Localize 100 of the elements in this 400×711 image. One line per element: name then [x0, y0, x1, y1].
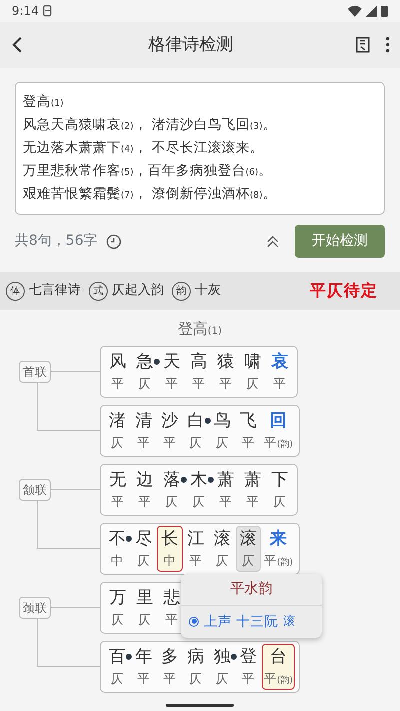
battery-icon	[381, 5, 388, 17]
couplet-label: 首联	[19, 360, 51, 382]
character[interactable]: 不	[109, 526, 126, 552]
character[interactable]: 病	[188, 644, 205, 670]
page-title: 格律诗检测	[148, 34, 234, 56]
tone-label: 平	[220, 374, 232, 392]
character[interactable]: 落	[164, 468, 180, 492]
character[interactable]: 沙	[161, 408, 178, 434]
circled-label: 体	[6, 282, 25, 300]
character[interactable]: 哀	[272, 350, 288, 374]
tone-label: 仄	[111, 670, 124, 688]
tone-label: 仄	[112, 610, 124, 628]
tone-label: 仄	[138, 610, 152, 628]
character[interactable]: 飞	[240, 408, 258, 434]
tone-label: 仄	[138, 374, 152, 392]
character[interactable]: 来	[270, 526, 288, 552]
popup-title: 平水韵	[181, 574, 322, 606]
tone-label: 仄	[216, 670, 229, 688]
tone-label: 平	[246, 492, 260, 510]
tone-label: 平	[220, 492, 232, 510]
wifi-icon	[348, 5, 362, 17]
character: 长	[161, 528, 178, 550]
character[interactable]: 下	[272, 468, 288, 492]
character[interactable]: 独	[214, 644, 231, 670]
character[interactable]: 猿	[218, 350, 234, 374]
character[interactable]: 登	[240, 644, 258, 670]
circled-label: 韵	[172, 282, 191, 300]
character[interactable]: 万	[110, 586, 126, 610]
character[interactable]: 急	[136, 350, 154, 374]
character[interactable]: 百	[109, 644, 126, 670]
tone-label: 平	[137, 434, 150, 452]
tone-label: 仄	[166, 492, 178, 510]
tone-label: 平	[163, 434, 176, 452]
collapse-icon[interactable]	[267, 236, 279, 248]
verdict-text: 平仄待定	[310, 280, 378, 302]
character: 台	[270, 646, 288, 668]
tone-label: 平	[274, 374, 286, 392]
tone-label: 平	[192, 374, 206, 392]
tone-label: 仄	[274, 492, 286, 510]
character[interactable]: 鸟	[214, 408, 231, 434]
rhyme-option[interactable]: 上声 十三阮 滚	[181, 606, 304, 638]
radio-icon[interactable]	[189, 616, 199, 627]
tone-label: 平	[112, 374, 124, 392]
character[interactable]: 风	[110, 350, 126, 374]
character[interactable]: 多	[161, 644, 178, 670]
tone-label: 仄	[192, 492, 206, 510]
tone-label: 平	[242, 434, 256, 452]
tone-label: 平	[166, 610, 178, 628]
character[interactable]: 渚	[109, 408, 126, 434]
history-icon[interactable]	[106, 234, 122, 250]
character[interactable]: 悲	[164, 586, 180, 610]
tone-label: 仄	[246, 374, 260, 392]
character[interactable]: 高	[190, 350, 208, 374]
signal-icon	[366, 6, 377, 16]
tone-label: 仄	[111, 434, 124, 452]
character[interactable]: 清	[135, 408, 152, 434]
tone-label: 平	[190, 552, 203, 570]
couplet-label: 颔联	[19, 478, 51, 500]
couplet-label: 颈联	[19, 596, 51, 618]
info-text: 仄起入韵	[112, 282, 164, 300]
character[interactable]: 木	[190, 468, 208, 492]
book-icon[interactable]	[356, 37, 370, 53]
character[interactable]: 边	[136, 468, 154, 492]
tone-label: 平	[163, 670, 176, 688]
character[interactable]: 萧	[218, 468, 234, 492]
character-cell[interactable]: 长 中	[157, 526, 183, 572]
character[interactable]: 滚	[214, 526, 231, 552]
sim-icon	[42, 5, 52, 17]
character-cell[interactable]: 滚 仄	[236, 526, 262, 572]
tone-label: 平(韵)	[264, 552, 294, 570]
tone-label: 平	[242, 670, 256, 688]
character[interactable]: 年	[135, 644, 152, 670]
info-text: 七言律诗	[29, 282, 81, 300]
tone-label: 仄	[216, 552, 229, 570]
tone-label: 仄	[190, 670, 203, 688]
check-button[interactable]: 开始检测	[295, 225, 385, 258]
character[interactable]: 尽	[135, 526, 152, 552]
tone-label: 平(韵)	[264, 434, 294, 452]
character[interactable]: 天	[164, 350, 180, 374]
tone-label: 仄	[190, 434, 203, 452]
tone-label: 仄	[216, 434, 229, 452]
character: 滚	[240, 528, 258, 550]
tone-label: 平	[138, 492, 152, 510]
character[interactable]: 江	[188, 526, 205, 552]
character[interactable]: 啸	[244, 350, 262, 374]
circled-label: 式	[89, 282, 108, 300]
character[interactable]: 白	[188, 408, 205, 434]
tone-label: 中	[111, 552, 124, 570]
tone-label: 平	[112, 492, 124, 510]
character[interactable]: 无	[110, 468, 126, 492]
character[interactable]: 里	[136, 586, 154, 610]
character[interactable]: 萧	[244, 468, 262, 492]
more-icon[interactable]	[386, 37, 390, 53]
character-cell[interactable]: 台 平(韵)	[262, 644, 296, 690]
tone-label: 仄	[137, 552, 150, 570]
tone-label: 平(韵)	[264, 670, 294, 688]
tone-label: 平	[137, 670, 150, 688]
character[interactable]: 回	[270, 408, 288, 434]
info-text: 十灰	[195, 282, 221, 300]
status-time: 9:14	[12, 3, 39, 20]
